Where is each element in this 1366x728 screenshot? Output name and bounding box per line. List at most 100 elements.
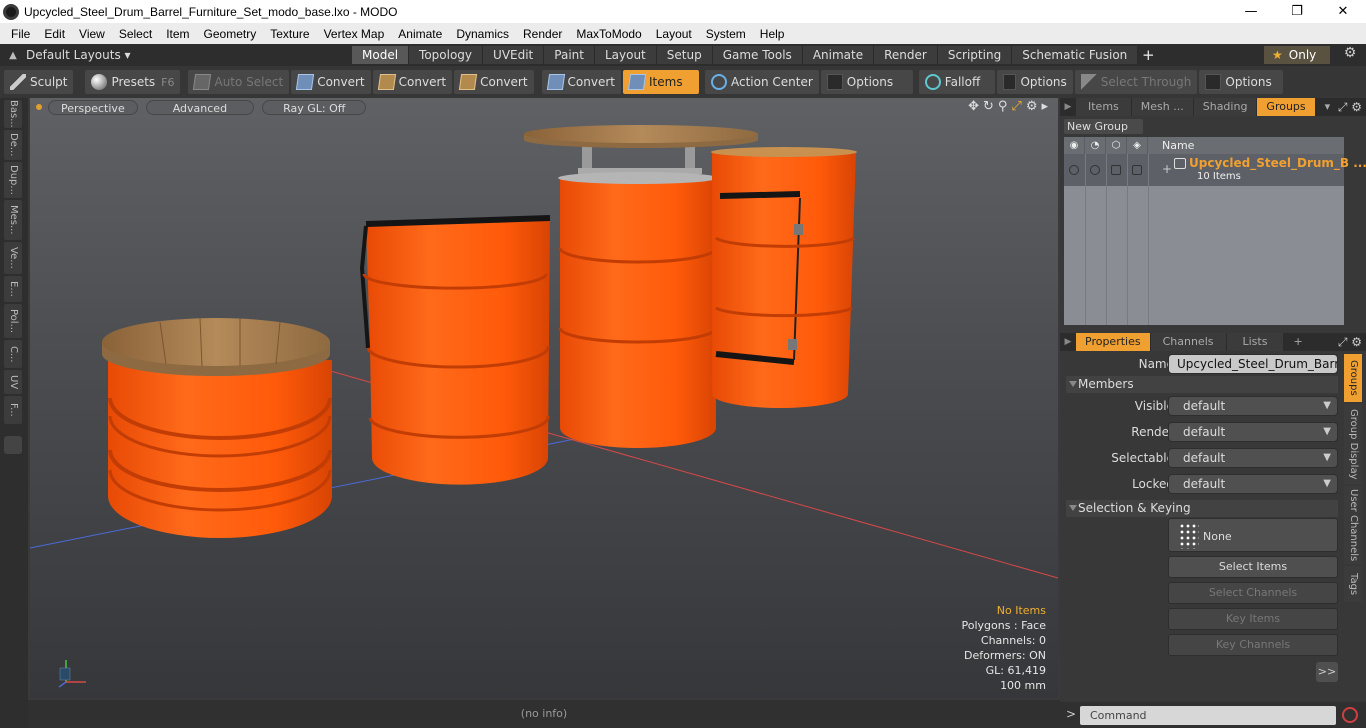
tab-paint[interactable]: Paint <box>544 46 595 64</box>
select-through-button[interactable]: Select Through <box>1074 70 1198 94</box>
viewport-gear-icon[interactable]: ⚙ <box>1026 99 1038 114</box>
name-column-header[interactable]: Name <box>1148 137 1194 154</box>
select-icon[interactable]: ⬡ <box>1106 137 1127 154</box>
rotate-icon[interactable]: ↻ <box>983 99 994 114</box>
members-section[interactable]: Members <box>1066 376 1338 393</box>
action-center-options-button[interactable]: Options <box>820 70 913 94</box>
none-selection-button[interactable]: None <box>1168 518 1338 552</box>
tab-schematic-fusion[interactable]: Schematic Fusion <box>1012 46 1139 64</box>
default-layouts-dropdown[interactable]: Default Layouts ▾ <box>26 48 326 62</box>
vtab-deform[interactable]: De... <box>4 130 22 160</box>
vtab-edge[interactable]: E... <box>4 276 22 302</box>
vtab-fusion[interactable]: F... <box>4 396 22 424</box>
menu-help[interactable]: Help <box>753 27 792 41</box>
barrel-cabinet-4[interactable] <box>711 147 857 408</box>
vtab-tags[interactable]: Tags <box>1344 566 1362 602</box>
expand-more-button[interactable]: >> <box>1316 662 1338 682</box>
only-toggle[interactable]: ★ Only <box>1264 46 1330 64</box>
tab-groups[interactable]: Groups <box>1257 98 1316 116</box>
panel-tools-icons[interactable]: ⤢ ⚙ <box>1338 98 1362 116</box>
menu-dynamics[interactable]: Dynamics <box>449 27 516 41</box>
maximize-button[interactable]: ❐ <box>1274 0 1320 23</box>
tab-layout[interactable]: Layout <box>594 46 657 64</box>
vtab-polygon[interactable]: Pol... <box>4 304 22 338</box>
vtab-user-channels[interactable]: User Channels <box>1344 486 1362 564</box>
select-items-button[interactable]: Select Items <box>1168 556 1338 578</box>
sculpt-button[interactable]: Sculpt <box>4 70 74 94</box>
add-panel-tab-button[interactable]: + <box>1284 333 1313 351</box>
menu-vertex-map[interactable]: Vertex Map <box>317 27 392 41</box>
panel-tools-icons[interactable]: ⤢ ⚙ <box>1338 333 1362 351</box>
barrel-cabinet-2[interactable] <box>359 215 551 485</box>
convert-button-4[interactable]: Convert <box>541 70 621 94</box>
select-channels-button[interactable]: Select Channels <box>1168 582 1338 604</box>
items-mode-button[interactable]: Items <box>623 70 699 94</box>
selectable-dropdown[interactable]: default ▼ <box>1168 448 1338 468</box>
falloff-options-button[interactable]: Options <box>996 70 1073 94</box>
vtab-groups[interactable]: Groups <box>1344 354 1362 402</box>
key-items-button[interactable]: Key Items <box>1168 608 1338 630</box>
tab-animate[interactable]: Animate <box>802 46 875 64</box>
vtab-uv[interactable]: UV <box>4 370 22 394</box>
menu-view[interactable]: View <box>72 27 112 41</box>
tab-properties[interactable]: Properties <box>1076 333 1151 351</box>
tab-more-dropdown[interactable]: ▾ <box>1316 98 1341 116</box>
vtab-curve[interactable]: C... <box>4 340 22 368</box>
group-select-toggle[interactable] <box>1111 165 1121 175</box>
add-layout-tab-button[interactable]: + <box>1138 46 1158 64</box>
menu-texture[interactable]: Texture <box>263 27 316 41</box>
panel-grip-icon[interactable]: ▶ <box>1060 102 1076 112</box>
menu-layout[interactable]: Layout <box>649 27 699 41</box>
name-field[interactable]: Upcycled_Steel_Drum_Barrel_Furniture_Set <box>1168 354 1338 374</box>
falloff-button[interactable]: Falloff <box>918 70 995 94</box>
menu-system[interactable]: System <box>699 27 753 41</box>
vtab-duplicate[interactable]: Dup... <box>4 162 22 198</box>
menu-geometry[interactable]: Geometry <box>197 27 264 41</box>
barrel-stool-1[interactable] <box>102 317 332 538</box>
menu-render[interactable]: Render <box>516 27 569 41</box>
convert-button-1[interactable]: Convert <box>291 70 371 94</box>
layouts-arrow-icon[interactable]: ▲ <box>0 50 26 61</box>
convert-button-3[interactable]: Convert <box>454 70 534 94</box>
tab-lists[interactable]: Lists <box>1226 333 1285 351</box>
menu-file[interactable]: File <box>4 27 37 41</box>
pan-icon[interactable]: ✥ <box>968 99 979 114</box>
group-render-toggle[interactable] <box>1090 165 1100 175</box>
tab-channels[interactable]: Channels <box>1150 333 1227 351</box>
record-macro-icon[interactable] <box>1342 707 1358 723</box>
render-icon[interactable]: ◔ <box>1085 137 1106 154</box>
menu-animate[interactable]: Animate <box>391 27 449 41</box>
menu-edit[interactable]: Edit <box>37 27 72 41</box>
group-name[interactable]: Upcycled_Steel_Drum_B ... <box>1189 156 1366 170</box>
menu-item[interactable]: Item <box>159 27 196 41</box>
visible-dropdown[interactable]: default ▼ <box>1168 396 1338 416</box>
eye-icon[interactable]: ◉ <box>1064 137 1085 154</box>
minimize-button[interactable]: — <box>1228 0 1274 23</box>
key-channels-button[interactable]: Key Channels <box>1168 634 1338 656</box>
group-lock-toggle[interactable] <box>1132 165 1142 175</box>
fit-icon[interactable]: ⤢ <box>1011 99 1021 114</box>
selection-keying-section[interactable]: Selection & Keying <box>1066 500 1338 517</box>
viewport-expand-icon[interactable]: ▸ <box>1041 99 1048 114</box>
presets-button[interactable]: Presets F6 <box>85 70 181 94</box>
tab-scripting[interactable]: Scripting <box>937 46 1013 64</box>
panel-grip-icon[interactable]: ▶ <box>1060 337 1076 347</box>
vtab-mesh-edit[interactable]: Mes... <box>4 200 22 240</box>
viewport-menu-dot-icon[interactable] <box>36 104 42 110</box>
tab-model[interactable]: Model <box>352 46 410 64</box>
tab-shading[interactable]: Shading <box>1193 98 1258 116</box>
menu-maxtomodo[interactable]: MaxToModo <box>569 27 648 41</box>
tab-items[interactable]: Items <box>1076 98 1132 116</box>
group-expand-icon[interactable]: + <box>1162 162 1172 176</box>
action-center-button[interactable]: Action Center <box>705 70 819 94</box>
locked-dropdown[interactable]: default ▼ <box>1168 474 1338 494</box>
close-button[interactable]: ✕ <box>1320 0 1366 23</box>
tab-setup[interactable]: Setup <box>656 46 713 64</box>
strip-expand-button[interactable] <box>4 436 22 454</box>
tab-topology[interactable]: Topology <box>409 46 484 64</box>
vtab-group-display[interactable]: Group Display <box>1344 404 1362 484</box>
tab-game-tools[interactable]: Game Tools <box>712 46 803 64</box>
3d-viewport[interactable]: Perspective Advanced Ray GL: Off ✥ ↻ ⚲ ⤢… <box>30 98 1058 698</box>
command-input[interactable]: Command <box>1080 706 1336 725</box>
gear-icon[interactable]: ⚙ <box>1338 45 1362 61</box>
